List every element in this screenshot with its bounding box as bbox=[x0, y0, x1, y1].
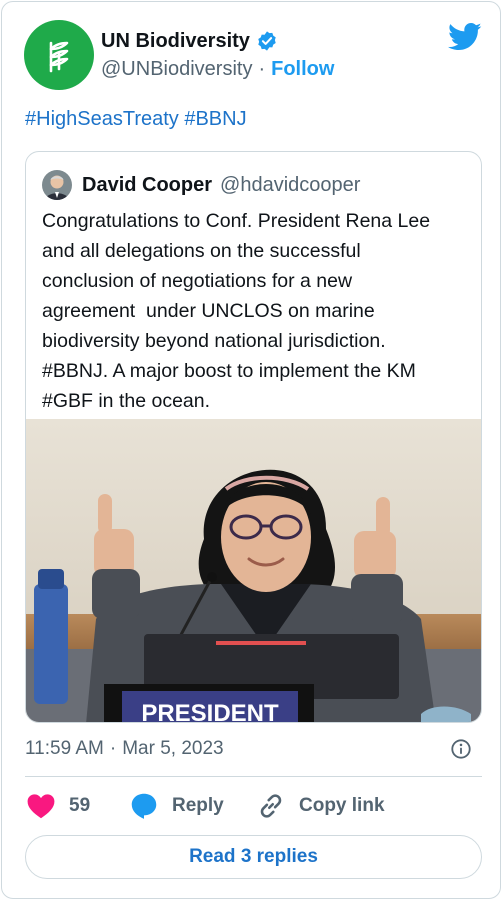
author-avatar[interactable] bbox=[24, 20, 94, 90]
author-display-name[interactable]: UN Biodiversity bbox=[101, 30, 250, 53]
heart-icon bbox=[27, 794, 55, 819]
read-replies-button[interactable]: Read 3 replies bbox=[25, 835, 482, 879]
like-count: 59 bbox=[69, 795, 91, 816]
info-icon[interactable] bbox=[450, 738, 472, 760]
hashtag-link[interactable]: #BBNJ bbox=[184, 108, 246, 130]
quoted-tweet-photo[interactable]: PRESIDENT bbox=[26, 419, 482, 723]
person-avatar-icon bbox=[42, 170, 72, 200]
tweet-timestamp[interactable]: 11:59 AM · Mar 5, 2023 bbox=[25, 738, 224, 760]
like-button[interactable]: 59 bbox=[27, 791, 90, 821]
quoted-author-handle[interactable]: @hdavidcooper bbox=[220, 174, 360, 197]
handle-separator: · bbox=[258, 57, 266, 80]
tweet-time: 11:59 AM bbox=[25, 738, 104, 759]
tweet-header: UN Biodiversity @UNBiodiversity · Follow bbox=[24, 20, 482, 92]
quoted-tweet[interactable]: David Cooper @hdavidcooper Congratulatio… bbox=[25, 151, 482, 723]
timestamp-separator: · bbox=[109, 738, 117, 759]
tweet-actions: 59 Reply Copy link bbox=[25, 791, 482, 821]
reply-label: Reply bbox=[172, 795, 224, 816]
link-icon bbox=[260, 794, 282, 818]
quoted-tweet-text: Congratulations to Conf. President Rena … bbox=[42, 210, 431, 412]
tweet-card: UN Biodiversity @UNBiodiversity · Follow… bbox=[1, 1, 501, 899]
author-names: UN Biodiversity @UNBiodiversity · Follow bbox=[101, 28, 334, 84]
quoted-author-name[interactable]: David Cooper bbox=[82, 174, 212, 197]
quoted-author-avatar[interactable] bbox=[42, 170, 72, 200]
author-handle[interactable]: @UNBiodiversity bbox=[101, 58, 252, 81]
copy-link-label: Copy link bbox=[299, 795, 385, 816]
quoted-tweet-header: David Cooper @hdavidcooper bbox=[42, 170, 360, 200]
verified-badge-icon bbox=[258, 31, 276, 51]
twitter-bird-icon[interactable] bbox=[448, 22, 482, 52]
tweet-hashtags: #HighSeasTreaty #BBNJ bbox=[25, 108, 247, 131]
divider bbox=[25, 776, 482, 777]
reply-button[interactable]: Reply bbox=[130, 791, 224, 821]
hashtag-link[interactable]: #HighSeasTreaty bbox=[25, 108, 179, 130]
president-placard-text: PRESIDENT bbox=[141, 700, 279, 723]
copy-link-button[interactable]: Copy link bbox=[257, 791, 385, 821]
follow-button[interactable]: Follow bbox=[271, 58, 334, 81]
reply-bubble-icon bbox=[131, 793, 157, 819]
leaf-logo-icon bbox=[49, 41, 69, 73]
tweet-date: Mar 5, 2023 bbox=[122, 738, 224, 759]
